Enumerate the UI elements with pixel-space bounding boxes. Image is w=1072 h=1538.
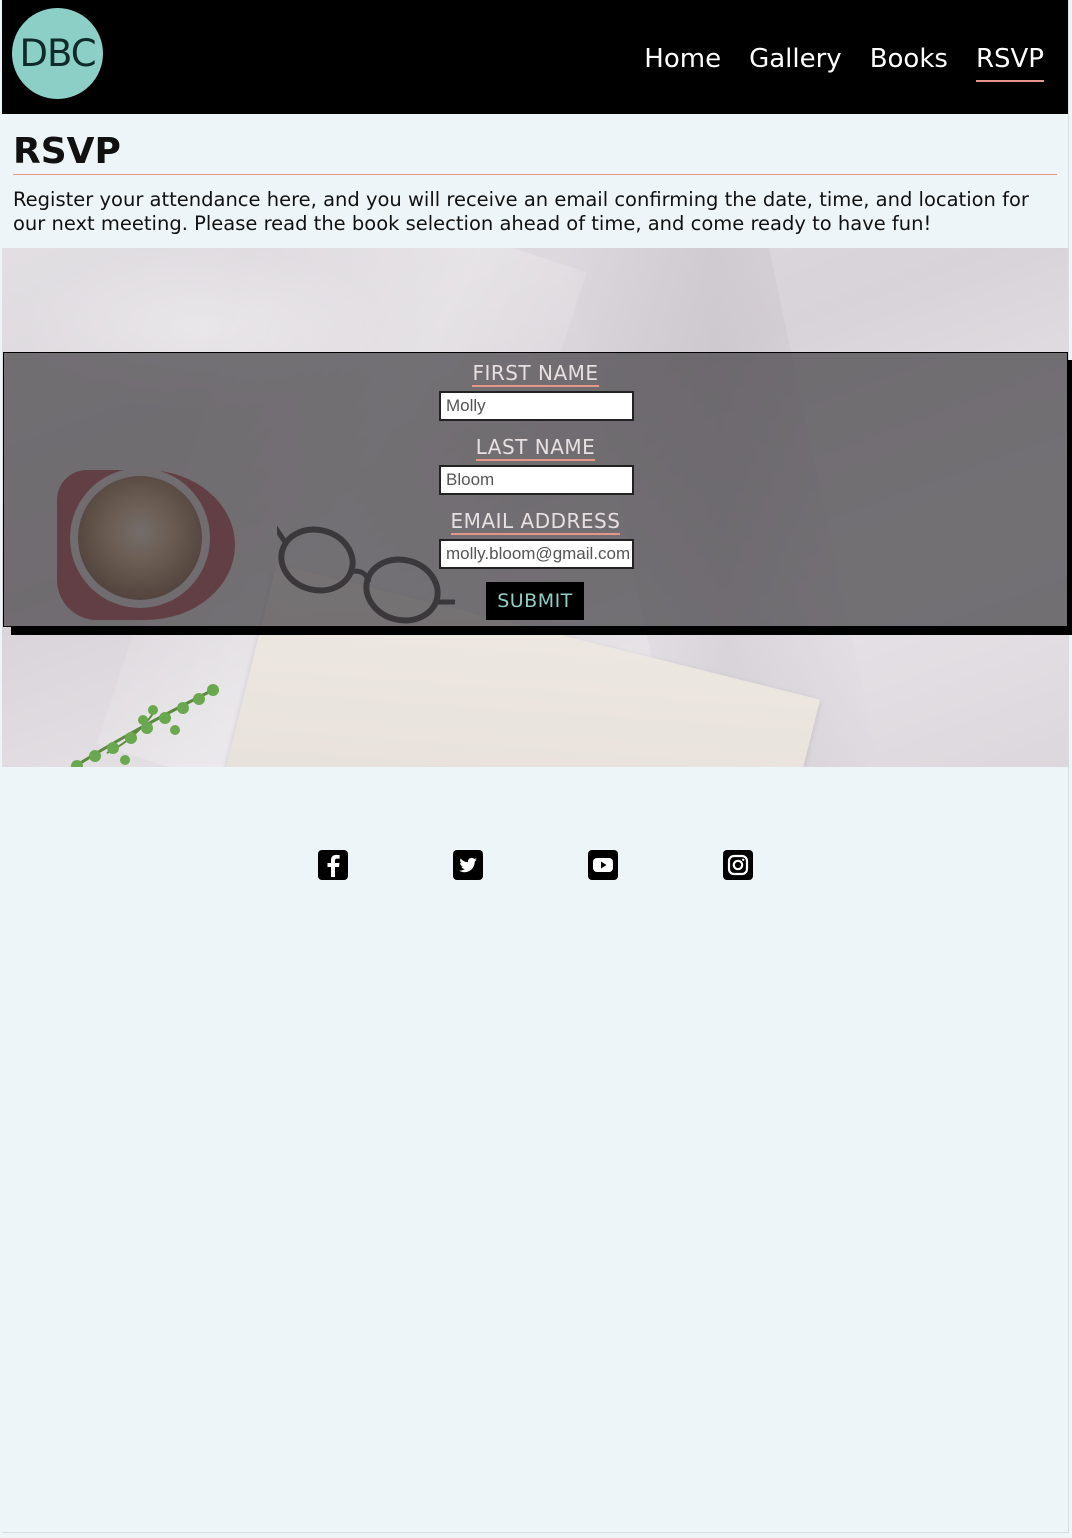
nav-link-books[interactable]: Books [870,40,948,82]
first-name-label: FIRST NAME [472,361,599,387]
instagram-icon[interactable] [723,850,753,880]
nav-link-rsvp[interactable]: RSVP [975,40,1044,82]
intro-text: Register your attendance here, and you w… [13,188,1029,235]
email-input[interactable] [439,539,634,569]
nav-link-gallery[interactable]: Gallery [749,40,842,82]
youtube-icon[interactable] [588,850,618,880]
rsvp-form: FIRST NAME LAST NAME EMAIL ADDRESS SUBMI… [3,352,1068,627]
twitter-icon[interactable] [453,850,483,880]
facebook-icon [327,854,340,877]
site-logo[interactable]: DBC [12,8,103,99]
submit-button[interactable]: SUBMIT [486,582,584,620]
first-name-input[interactable] [439,391,634,421]
logo-text: DBC [19,32,96,75]
last-name-input[interactable] [439,465,634,495]
plant-sprig [71,684,219,767]
youtube-icon [593,858,613,872]
twitter-icon [459,857,477,873]
instagram-icon [727,854,749,876]
main-nav: Home Gallery Books RSVP [644,40,1044,82]
last-name-label: LAST NAME [475,435,596,461]
nav-link-home[interactable]: Home [644,40,721,82]
site-header: DBC Home Gallery Books RSVP [2,0,1068,114]
email-label: EMAIL ADDRESS [450,509,621,535]
page-title: RSVP [13,131,1057,175]
facebook-icon[interactable] [318,850,348,880]
